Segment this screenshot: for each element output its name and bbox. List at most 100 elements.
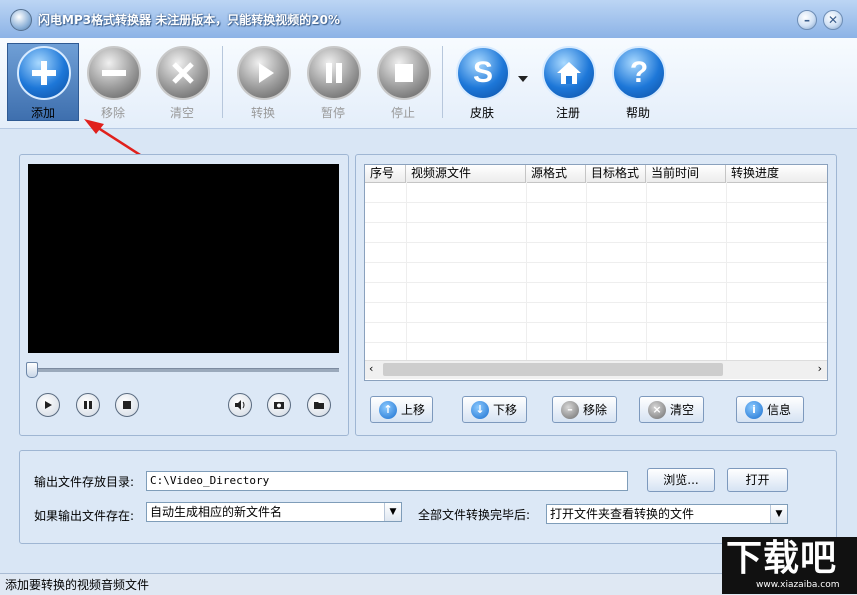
watermark-logo: 下载吧 www.xiazaiba.com [722, 537, 857, 594]
toolbar-separator [222, 46, 223, 118]
skin-dropdown-icon[interactable] [518, 76, 528, 82]
minus-icon [87, 46, 141, 100]
grid-line [526, 182, 527, 360]
chevron-down-icon[interactable]: ▼ [770, 505, 787, 523]
move-down-label: 下移 [493, 403, 518, 417]
file-list[interactable]: 序号 视频源文件 源格式 目标格式 当前时间 转换进度 ‹ › [364, 164, 828, 381]
after-convert-value: 打开文件夹查看转换的文件 [550, 507, 695, 521]
status-text: 添加要转换的视频音频文件 [5, 578, 150, 592]
question-icon: ? [612, 46, 666, 100]
grid-line [365, 242, 827, 243]
pause-icon [84, 401, 92, 409]
column-header[interactable]: 视频源文件 [406, 165, 526, 182]
list-remove-label: 移除 [583, 403, 608, 417]
grid-line [365, 202, 827, 203]
column-header[interactable]: 目标格式 [586, 165, 646, 182]
grid-line [406, 182, 407, 360]
column-header[interactable]: 源格式 [526, 165, 586, 182]
info-icon: i [745, 400, 763, 419]
grid-line [365, 262, 827, 263]
folder-icon [314, 402, 324, 409]
grid-line [586, 182, 587, 360]
play-icon [237, 46, 291, 100]
column-header[interactable]: 转换进度 [726, 165, 827, 182]
pause-icon [307, 46, 361, 100]
convert-button[interactable]: 转换 [228, 44, 298, 120]
add-button[interactable]: 添加 [7, 43, 79, 121]
skin-s-icon: S [456, 46, 510, 100]
output-dir-label: 输出文件存放目录: [34, 475, 135, 489]
open-button[interactable]: 打开 [727, 468, 788, 492]
camera-icon [274, 402, 284, 409]
info-button[interactable]: i 信息 [736, 396, 804, 423]
help-button[interactable]: ? 帮助 [603, 44, 673, 120]
speaker-icon [235, 400, 245, 410]
arrow-down-icon: ↓ [471, 400, 489, 419]
scroll-left-icon[interactable]: ‹ [369, 362, 373, 375]
convert-label: 转换 [250, 106, 275, 120]
list-clear-label: 清空 [670, 403, 695, 417]
remove-button[interactable]: 移除 [78, 44, 148, 120]
seek-thumb[interactable] [26, 362, 38, 378]
clear-button[interactable]: 清空 [147, 44, 217, 120]
title-bar: 闪电MP3格式转换器 未注册版本，只能转换视频的20% – ✕ [0, 0, 857, 39]
close-button[interactable]: ✕ [823, 10, 843, 30]
stop-label: 停止 [390, 106, 415, 120]
preview-play-button[interactable] [36, 393, 60, 417]
pause-button[interactable]: 暂停 [298, 44, 368, 120]
minus-icon: – [561, 400, 579, 419]
move-down-button[interactable]: ↓ 下移 [462, 396, 527, 423]
scroll-thumb[interactable] [383, 363, 723, 376]
add-label: 添加 [30, 106, 55, 120]
chevron-down-icon[interactable]: ▼ [384, 503, 401, 521]
grid-line [646, 182, 647, 360]
minimize-button[interactable]: – [797, 10, 817, 30]
stop-icon [123, 401, 131, 409]
grid-line [365, 282, 827, 283]
horizontal-scrollbar[interactable]: ‹ › [365, 360, 827, 379]
stop-button[interactable]: 停止 [368, 44, 438, 120]
grid-line [365, 342, 827, 343]
app-icon[interactable] [10, 9, 32, 31]
browse-button[interactable]: 浏览... [647, 468, 715, 492]
list-remove-button[interactable]: – 移除 [552, 396, 617, 423]
minimize-icon: – [804, 13, 810, 27]
grid-line [365, 222, 827, 223]
column-header[interactable]: 序号 [365, 165, 406, 182]
home-icon [542, 46, 596, 100]
play-icon [45, 401, 52, 409]
stop-icon [377, 46, 431, 100]
preview-pause-button[interactable] [76, 393, 100, 417]
close-icon: ✕ [827, 13, 839, 27]
after-convert-select[interactable]: 打开文件夹查看转换的文件 ▼ [546, 504, 788, 524]
after-convert-label: 全部文件转换完毕后: [418, 508, 531, 522]
list-clear-button[interactable]: × 清空 [639, 396, 704, 423]
volume-button[interactable] [228, 393, 252, 417]
if-exists-select[interactable]: 自动生成相应的新文件名 ▼ [146, 502, 402, 522]
grid-line [726, 182, 727, 360]
x-icon [156, 46, 210, 100]
file-list-header: 序号 视频源文件 源格式 目标格式 当前时间 转换进度 [365, 165, 827, 183]
video-preview [28, 164, 339, 353]
preview-stop-button[interactable] [115, 393, 139, 417]
skin-button[interactable]: S 皮肤 [447, 44, 517, 120]
x-icon: × [648, 400, 666, 419]
pause-label: 暂停 [320, 106, 345, 120]
arrow-up-icon: ↑ [379, 400, 397, 419]
plus-icon [17, 46, 71, 100]
help-label: 帮助 [625, 106, 650, 120]
move-up-button[interactable]: ↑ 上移 [370, 396, 433, 423]
toolbar-separator [442, 46, 443, 118]
if-exists-label: 如果输出文件存在: [34, 509, 135, 523]
snapshot-button[interactable] [267, 393, 291, 417]
output-dir-field[interactable]: C:\Video_Directory [146, 471, 628, 491]
move-up-label: 上移 [401, 403, 426, 417]
open-folder-button[interactable] [307, 393, 331, 417]
window-title: 闪电MP3格式转换器 未注册版本，只能转换视频的20% [38, 13, 340, 27]
register-label: 注册 [555, 106, 580, 120]
grid-line [365, 322, 827, 323]
column-header[interactable]: 当前时间 [646, 165, 726, 182]
register-button[interactable]: 注册 [533, 44, 603, 120]
scroll-right-icon[interactable]: › [818, 362, 822, 375]
seek-track[interactable] [28, 368, 339, 372]
